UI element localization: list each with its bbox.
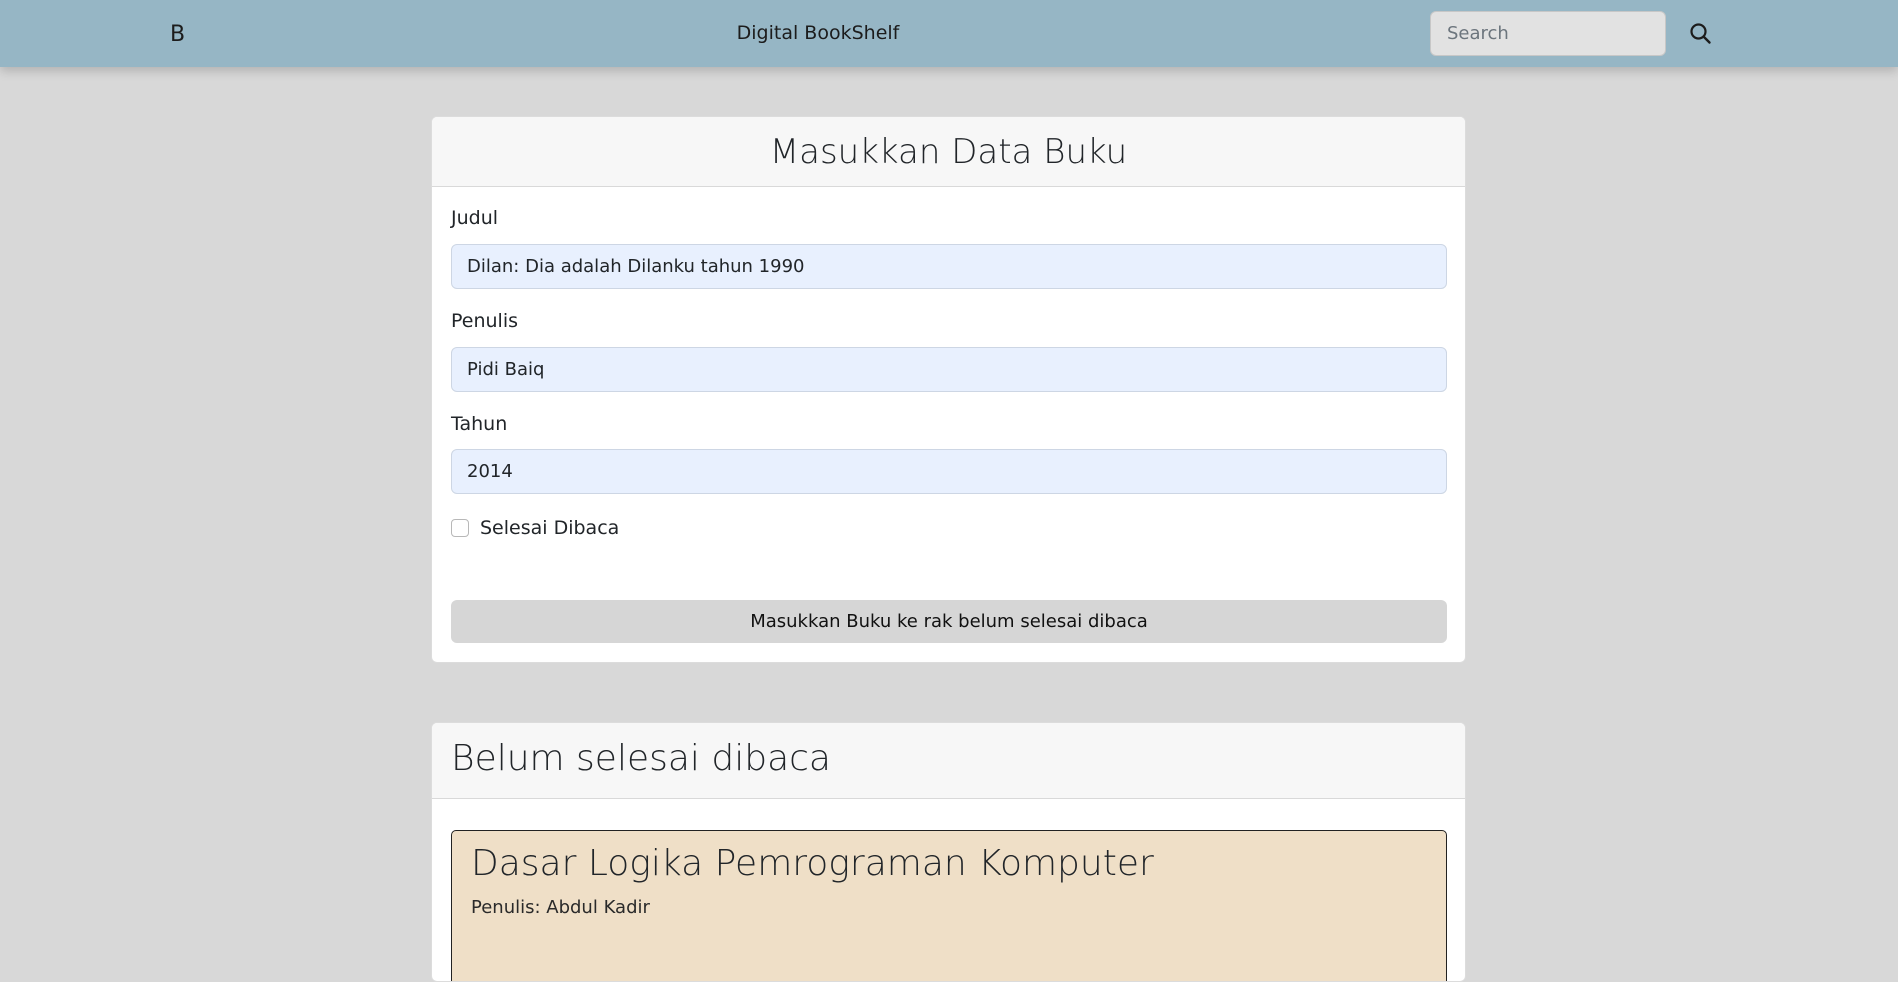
title-input[interactable] (451, 244, 1447, 289)
book-title: Dasar Logika Pemrograman Komputer (471, 843, 1154, 884)
book-input-form: Masukkan Data Buku Judul Penulis Tahun S… (431, 116, 1466, 663)
title-label: Judul (451, 207, 499, 229)
unread-shelf: Belum selesai dibaca Dasar Logika Pemrog… (431, 722, 1466, 982)
book-author: Penulis: Abdul Kadir (471, 897, 650, 918)
form-heading: Masukkan Data Buku (432, 117, 1465, 187)
finished-reading-checkbox[interactable] (451, 519, 469, 537)
year-input[interactable] (451, 449, 1447, 494)
unread-shelf-heading: Belum selesai dibaca (432, 723, 1465, 799)
year-label: Tahun (451, 413, 508, 435)
search-button[interactable] (1686, 19, 1716, 49)
finished-reading-label[interactable]: Selesai Dibaca (480, 517, 619, 539)
navbar: B Digital BookShelf (0, 0, 1898, 67)
app-title: Digital BookShelf (736, 22, 900, 44)
author-input[interactable] (451, 347, 1447, 392)
book-item: Dasar Logika Pemrograman Komputer Penuli… (451, 830, 1447, 981)
search-icon (1690, 23, 1711, 44)
submit-book-button[interactable]: Masukkan Buku ke rak belum selesai dibac… (451, 600, 1447, 643)
author-label: Penulis (451, 310, 519, 332)
search-input[interactable] (1430, 11, 1666, 56)
